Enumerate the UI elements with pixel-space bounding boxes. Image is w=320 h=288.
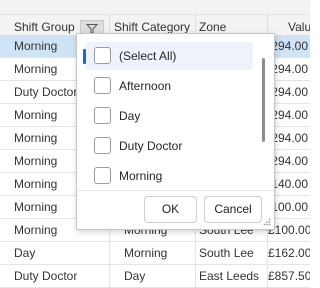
checkbox[interactable] bbox=[94, 77, 111, 94]
filter-item-day[interactable]: Day bbox=[85, 102, 253, 130]
column-header-label: Shift Group bbox=[14, 20, 75, 34]
table-cell: £162.00 bbox=[268, 246, 310, 260]
table-cell: Duty Doctor bbox=[0, 265, 110, 288]
checkbox[interactable] bbox=[94, 137, 111, 154]
filter-item-label: (Select All) bbox=[119, 49, 177, 63]
table-cell: Day bbox=[0, 242, 110, 265]
filter-item-label: Morning bbox=[119, 169, 163, 183]
checkbox[interactable] bbox=[94, 167, 111, 184]
table-row[interactable]: Duty Doctor Day East Leeds £857.50 bbox=[0, 265, 310, 288]
filter-item-select-all[interactable]: (Select All) bbox=[83, 42, 253, 70]
focus-indicator bbox=[83, 49, 86, 64]
filter-item-label: Afternoon bbox=[119, 79, 172, 93]
column-header-label: Valu bbox=[288, 20, 310, 34]
filter-list: (Select All) Afternoon Day Duty Doctor M… bbox=[77, 42, 263, 190]
table-cell: Morning bbox=[110, 242, 196, 265]
ok-button[interactable]: OK bbox=[144, 196, 197, 223]
filter-list-scrollbar[interactable] bbox=[262, 58, 265, 142]
column-header-label: Shift Category bbox=[114, 20, 191, 34]
filter-popup: (Select All) Afternoon Day Duty Doctor M… bbox=[76, 33, 275, 230]
checkbox[interactable] bbox=[94, 47, 111, 64]
resize-grip-icon[interactable] bbox=[263, 218, 271, 226]
filter-item-duty-doctor[interactable]: Duty Doctor bbox=[85, 132, 253, 160]
table-cell: East Leeds bbox=[196, 265, 268, 288]
checkbox[interactable] bbox=[94, 107, 111, 124]
table-cell: South Lee bbox=[196, 242, 268, 265]
filter-item-label: Day bbox=[119, 109, 141, 123]
header-top-strip bbox=[0, 0, 310, 15]
filter-item-afternoon[interactable]: Afternoon bbox=[85, 72, 253, 100]
table-row[interactable]: Day Morning South Lee £162.00 bbox=[0, 242, 310, 265]
cancel-button[interactable]: Cancel bbox=[204, 196, 262, 223]
divider bbox=[77, 190, 274, 191]
filter-item-label: Duty Doctor bbox=[119, 139, 183, 153]
table-cell: £857.50 bbox=[268, 269, 310, 283]
filter-item-morning[interactable]: Morning bbox=[85, 162, 253, 190]
table-cell: Day bbox=[110, 265, 196, 288]
column-header-label: Zone bbox=[199, 20, 227, 34]
